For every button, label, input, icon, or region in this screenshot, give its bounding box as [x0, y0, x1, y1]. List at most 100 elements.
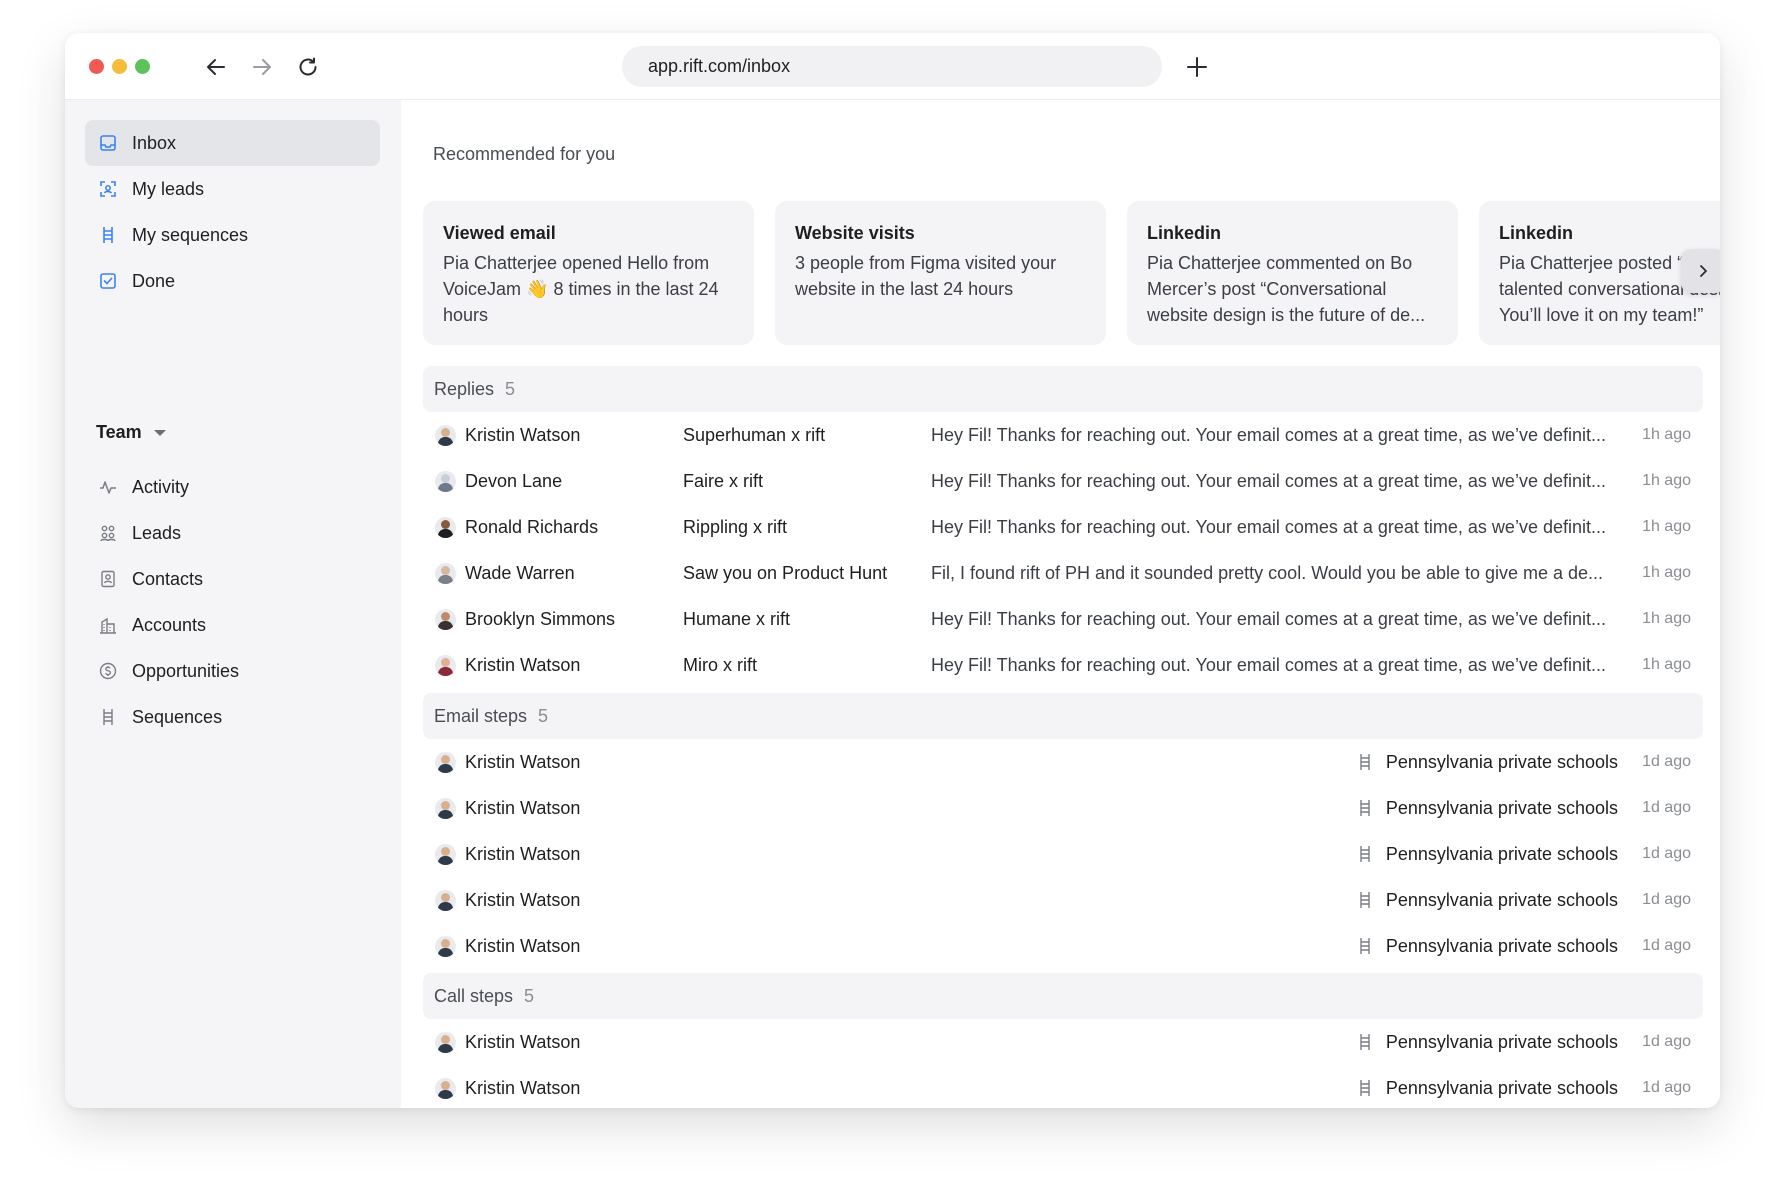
avatar-head — [441, 519, 450, 529]
step-row[interactable]: Kristin Watson Pennsylvania private schoo… — [423, 923, 1703, 969]
timestamp: 1h ago — [1642, 426, 1691, 443]
avatar-head — [441, 427, 450, 437]
sequence-link[interactable]: Pennsylvania private schools — [1358, 844, 1618, 865]
timestamp: 1d ago — [1642, 891, 1691, 908]
sidebar-item-inbox[interactable]: Inbox — [85, 120, 380, 166]
address-bar[interactable]: app.rift.com/inbox — [622, 46, 1162, 87]
sidebar-item-opportunities[interactable]: Opportunities — [85, 648, 380, 694]
maximize-window-button[interactable] — [135, 59, 150, 74]
step-row[interactable]: Kristin Watson Pennsylvania private schoo… — [423, 831, 1703, 877]
sidebar-item-label: Accounts — [132, 614, 207, 635]
recommendation-card[interactable]: Viewed email Pia Chatterjee opened Hello… — [423, 201, 754, 345]
avatar — [435, 424, 456, 446]
timestamp: 1h ago — [1642, 518, 1691, 535]
team-label: Team — [96, 422, 142, 442]
contact-name: Brooklyn Simmons — [465, 608, 616, 629]
timestamp: 1h ago — [1642, 610, 1691, 627]
sequence-name: Pennsylvania private schools — [1385, 935, 1618, 956]
email-preview: Hey Fil! Thanks for reaching out. Your e… — [931, 470, 1606, 491]
sequence-icon — [1358, 1033, 1372, 1051]
minimize-window-button[interactable] — [112, 59, 127, 74]
reply-row[interactable]: Brooklyn Simmons Humane x rift Hey Fil! Th… — [423, 596, 1703, 642]
sidebar-item-label: My leads — [132, 178, 205, 199]
card-body: Pia Chatterjee commented on Bo Mercer’s … — [1147, 253, 1426, 325]
step-row[interactable]: Kristin Watson Pennsylvania private schoo… — [423, 1019, 1703, 1065]
timestamp: 1h ago — [1642, 472, 1691, 489]
section-count: 5 — [538, 705, 549, 726]
inbox-icon — [98, 133, 118, 153]
sidebar-item-label: Inbox — [132, 132, 177, 153]
email-subject: Humane x rift — [683, 608, 791, 629]
avatar-body — [438, 855, 453, 865]
reload-button[interactable] — [293, 52, 323, 82]
contact-card-icon — [98, 569, 118, 589]
section-label: Email steps — [434, 705, 528, 726]
sidebar-item-accounts[interactable]: Accounts — [85, 602, 380, 648]
reload-icon — [299, 57, 317, 76]
email-subject: Superhuman x rift — [683, 424, 826, 445]
sidebar-item-activity[interactable]: Activity — [85, 464, 380, 510]
reply-row[interactable]: Kristin Watson Miro x rift Hey Fil! Thanks… — [423, 642, 1703, 688]
contact-name: Kristin Watson — [465, 889, 581, 910]
sidebar-item-my-leads[interactable]: My leads — [85, 166, 380, 212]
avatar — [435, 1031, 456, 1053]
sidebar-item-done[interactable]: Done — [85, 258, 380, 304]
sidebar-item-sequences[interactable]: Sequences — [85, 694, 380, 740]
sequence-name: Pennsylvania private schools — [1385, 797, 1618, 818]
sequence-link[interactable]: Pennsylvania private schools — [1358, 1078, 1618, 1099]
step-row[interactable]: Kristin Watson Pennsylvania private schoo… — [423, 739, 1703, 785]
caret-down-icon — [153, 429, 166, 436]
email-steps-section-header[interactable]: Email steps 5 — [423, 693, 1703, 739]
section-count: 5 — [505, 378, 516, 399]
forward-button[interactable] — [247, 52, 277, 82]
sidebar-item-leads[interactable]: Leads — [85, 510, 380, 556]
email-preview: Hey Fil! Thanks for reaching out. Your e… — [931, 424, 1606, 445]
avatar — [435, 751, 456, 773]
call-steps-section-header[interactable]: Call steps 5 — [423, 973, 1703, 1019]
sequence-link[interactable]: Pennsylvania private schools — [1358, 752, 1618, 773]
back-button[interactable] — [201, 52, 231, 82]
sequence-link[interactable]: Pennsylvania private schools — [1358, 1032, 1618, 1053]
contact-name: Wade Warren — [465, 562, 575, 583]
sequence-link[interactable]: Pennsylvania private schools — [1358, 798, 1618, 819]
plus-icon — [1187, 57, 1207, 77]
close-window-button[interactable] — [89, 59, 104, 74]
replies-section-header[interactable]: Replies 5 — [423, 366, 1703, 412]
step-row[interactable]: Kristin Watson Pennsylvania private schoo… — [423, 877, 1703, 923]
step-row[interactable]: Kristin Watson Pennsylvania private schoo… — [423, 1065, 1703, 1108]
arrow-right-icon — [253, 59, 271, 75]
recommendation-card[interactable]: Linkedin Pia Chatterjee commented on Bo … — [1127, 201, 1458, 345]
reply-row[interactable]: Wade Warren Saw you on Product Hunt Fil, I… — [423, 550, 1703, 596]
avatar-body — [438, 901, 453, 911]
avatar-head — [441, 473, 450, 483]
recommendation-card[interactable]: Website visits 3 people from Figma visit… — [775, 201, 1106, 345]
timestamp: 1d ago — [1642, 1079, 1691, 1096]
avatar — [435, 1077, 456, 1099]
avatar-body — [438, 666, 453, 676]
team-dropdown[interactable]: Team — [96, 422, 166, 443]
avatar-body — [438, 436, 453, 446]
contact-name: Kristin Watson — [465, 797, 581, 818]
avatar-head — [441, 611, 450, 621]
sequence-link[interactable]: Pennsylvania private schools — [1358, 936, 1618, 957]
sidebar-item-contacts[interactable]: Contacts — [85, 556, 380, 602]
contact-name: Kristin Watson — [465, 424, 581, 445]
reply-row[interactable]: Ronald Richards Rippling x rift Hey Fil! T… — [423, 504, 1703, 550]
avatar — [435, 470, 456, 492]
sidebar-item-my-sequences[interactable]: My sequences — [85, 212, 380, 258]
step-row[interactable]: Kristin Watson Pennsylvania private schoo… — [423, 785, 1703, 831]
reply-row[interactable]: Devon Lane Faire x rift Hey Fil! Thanks fo… — [423, 458, 1703, 504]
avatar-head — [441, 565, 450, 575]
people-icon — [98, 523, 118, 543]
activity-icon — [98, 477, 118, 497]
sequence-link[interactable]: Pennsylvania private schools — [1358, 890, 1618, 911]
new-tab-button[interactable] — [1182, 52, 1212, 82]
avatar-body — [438, 763, 453, 773]
reply-row[interactable]: Kristin Watson Superhuman x rift Hey Fil! … — [423, 412, 1703, 458]
avatar — [435, 516, 456, 538]
contact-name: Devon Lane — [465, 470, 563, 491]
avatar — [435, 562, 456, 584]
avatar — [435, 608, 456, 630]
card-title: Linkedin — [1147, 223, 1222, 243]
next-cards-button[interactable] — [1681, 249, 1720, 293]
